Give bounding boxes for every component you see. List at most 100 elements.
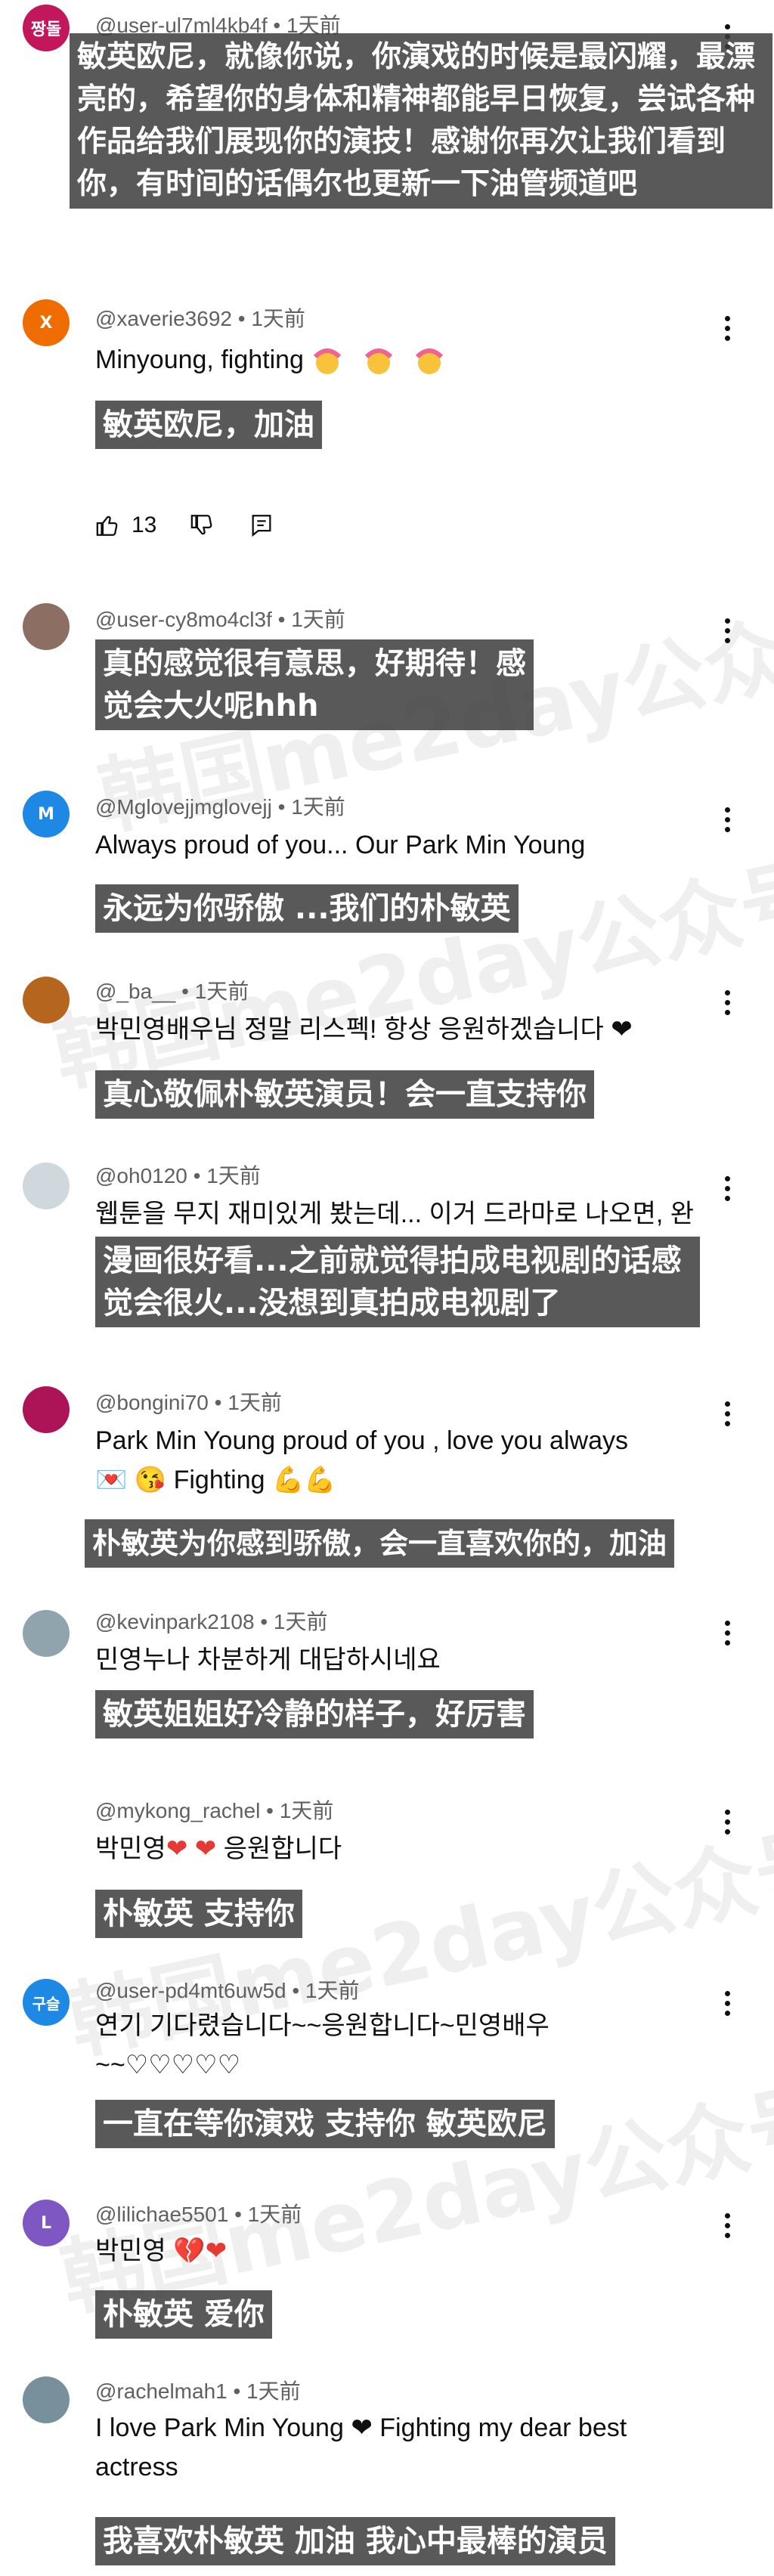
more-options-icon[interactable] [714, 1980, 741, 2026]
avatar[interactable]: X [23, 299, 70, 346]
comment-meta: @_ba__ • 1天前 [95, 980, 249, 1003]
translation-caption: 朴敏英 支持你 [95, 1890, 302, 1938]
comment-author[interactable]: @oh0120 [95, 1164, 187, 1187]
comment-meta: @rachelmah1 • 1天前 [95, 2379, 301, 2403]
like-count: 13 [132, 512, 157, 537]
comment-text: 웹툰을 무지 재미있게 봤는데... 이거 드라마로 나오면, 완 [95, 1200, 695, 1228]
comment-item: @mykong_rachel • 1天前 박민영❤ ❤ 응원합니다 朴敏英 支持… [0, 1776, 774, 1973]
comment-meta: @mykong_rachel • 1天前 [95, 1799, 334, 1822]
comment-text: 연기 기다렸습니다~~응원합니다~민영배우 ~~♡♡♡♡♡ [95, 2011, 550, 2079]
more-options-icon[interactable] [714, 797, 741, 842]
avatar[interactable] [23, 977, 70, 1023]
comment-meta: @user-cy8mo4cl3f • 1天前 [95, 608, 345, 631]
translation-caption: 真心敬佩朴敏英演员！会一直支持你 [95, 1070, 594, 1119]
translation-caption: 永远为你骄傲 ...我们的朴敏英 [95, 884, 519, 933]
comment-item: L @lilichae5501 • 1天前 박민영 💔❤ 朴敏英 爱你 [0, 2177, 774, 2358]
comment-item: M @Mglovejjmglovejj • 1天前 Always proud o… [0, 779, 774, 968]
comment-time: 1天前 [206, 1164, 261, 1187]
like-button[interactable]: 13 [95, 512, 156, 538]
comment-author[interactable]: @kevinpark2108 [95, 1610, 255, 1633]
comment-time: 1天前 [194, 980, 249, 1003]
avatar[interactable]: 짱돌 [23, 5, 70, 51]
translation-caption: 一直在等你演戏 支持你 敏英欧尼 [95, 2100, 555, 2148]
comment-author[interactable]: @user-cy8mo4cl3f [95, 608, 272, 631]
reply-button[interactable] [249, 512, 274, 538]
comment-reply-icon [252, 515, 271, 537]
comment-time: 1天前 [291, 795, 345, 819]
comment-text: 박민영❤ ❤ 응원합니다 [95, 1834, 342, 1863]
comment-meta: @user-pd4mt6uw5d • 1天前 [95, 1979, 360, 2002]
heart-icon: ❤ [166, 1834, 188, 1863]
comment-time: 1天前 [291, 608, 345, 631]
avatar[interactable] [23, 1386, 70, 1433]
comment-item: @oh0120 • 1天前 웹툰을 무지 재미있게 봤는데... 이거 드라마로… [0, 1156, 774, 1353]
translation-caption: 我喜欢朴敏英 加油 我心中最棒的演员 [95, 2517, 615, 2565]
avatar[interactable] [23, 603, 70, 650]
comment-meta: @oh0120 • 1天前 [95, 1164, 261, 1187]
broken-heart-icon: 💔 [173, 2237, 206, 2265]
comment-item: 구슬 @user-pd4mt6uw5d • 1天前 연기 기다렸습니다~~응원합… [0, 1958, 774, 2154]
translation-caption: 真的感觉很有意思，好期待！感觉会大火呢hhh [95, 639, 534, 730]
comment-text: Minyoung, fighting [95, 340, 715, 379]
avatar[interactable] [23, 2376, 70, 2423]
comment-item: 짱돌 @user-ul7ml4kb4f • 1天前 敏英欧尼，就像你说，你演戏的… [0, 0, 774, 280]
comment-time: 1天前 [251, 307, 305, 330]
avatar[interactable]: M [23, 791, 70, 838]
comment-item: @_ba__ • 1天前 박민영배우님 정말 리스펙! 항상 응원하겠습니다 ❤… [0, 968, 774, 1156]
comment-text: 박민영 💔❤ [95, 2237, 228, 2265]
translation-caption: 敏英欧尼，加油 [95, 401, 322, 449]
comment-actions: 13 [95, 506, 274, 544]
more-options-icon[interactable] [714, 1799, 741, 1844]
comment-time: 1天前 [246, 2379, 301, 2403]
comment-text: I love Park Min Young ❤ Fighting my dear… [95, 2413, 627, 2482]
smiling-face-icon [314, 348, 342, 375]
comment-author[interactable]: @user-pd4mt6uw5d [95, 1979, 286, 2002]
thumbs-up-icon [96, 516, 118, 536]
comment-author[interactable]: @Mglovejjmglovejj [95, 795, 272, 819]
comment-text: Park Min Young proud of you , love you a… [95, 1426, 628, 1494]
comment-time: 1天前 [247, 2203, 302, 2226]
avatar[interactable] [23, 1610, 70, 1657]
more-options-icon[interactable] [714, 608, 741, 653]
smiling-face-icon [416, 348, 444, 375]
more-options-icon[interactable] [714, 2203, 741, 2248]
comment-time: 1天前 [305, 1979, 360, 2002]
comment-author[interactable]: @rachelmah1 [95, 2379, 228, 2403]
comment-item: @user-cy8mo4cl3f • 1天前 真的感觉很有意思，好期待！感觉会大… [0, 590, 774, 771]
avatar[interactable]: L [23, 2200, 70, 2246]
thumbs-down-icon [191, 515, 212, 535]
more-options-icon[interactable] [714, 1610, 741, 1655]
more-options-icon[interactable] [714, 305, 741, 351]
kiss-face-icon: 😘 [134, 1466, 167, 1494]
comment-meta: @kevinpark2108 • 1天前 [95, 1610, 328, 1633]
comment-item: @rachelmah1 • 1天前 I love Park Min Young … [0, 2358, 774, 2576]
more-options-icon[interactable] [714, 1166, 741, 1211]
translation-caption: 敏英欧尼，就像你说，你演戏的时候是最闪耀，最漂亮的，希望你的身体和精神都能早日恢… [70, 33, 772, 209]
heart-icon: ❤ [194, 1834, 217, 1863]
comment-author[interactable]: @bongini70 [95, 1391, 209, 1414]
more-options-icon[interactable] [714, 980, 741, 1025]
heart-icon: ❤ [205, 2237, 228, 2265]
comment-item: @kevinpark2108 • 1天前 민영누나 차분하게 대답하시네요 敏英… [0, 1595, 774, 1776]
love-letter-icon: 💌 [95, 1466, 128, 1494]
more-options-icon[interactable] [714, 1391, 741, 1436]
comment-author[interactable]: @lilichae5501 [95, 2203, 228, 2226]
dislike-button[interactable] [190, 512, 215, 538]
smiling-face-icon [364, 348, 392, 375]
translation-caption: 朴敏英 爱你 [95, 2290, 272, 2339]
comment-meta: @Mglovejjmglovejj • 1天前 [95, 795, 345, 819]
comment-author[interactable]: @_ba__ [95, 980, 175, 1003]
comment-text: 민영누나 차분하게 대답하시네요 [95, 1646, 441, 1674]
comment-time: 1天前 [279, 1799, 334, 1822]
comment-text: 박민영배우님 정말 리스펙! 항상 응원하겠습니다 ❤ [95, 1015, 633, 1044]
avatar[interactable] [23, 1163, 70, 1209]
comment-author[interactable]: @xaverie3692 [95, 307, 232, 330]
comment-time: 1天前 [273, 1610, 328, 1633]
comment-meta: @xaverie3692 • 1天前 [95, 307, 305, 330]
avatar[interactable] [23, 1791, 70, 1838]
translation-caption: 朴敏英为你感到骄傲，会一直喜欢你的，加油 [85, 1519, 675, 1568]
comment-item: @bongini70 • 1天前 Park Min Young proud of… [0, 1376, 774, 1580]
comment-author[interactable]: @mykong_rachel [95, 1799, 260, 1822]
avatar[interactable]: 구슬 [23, 1979, 70, 2026]
flexed-biceps-icon: 💪💪 [272, 1466, 336, 1494]
